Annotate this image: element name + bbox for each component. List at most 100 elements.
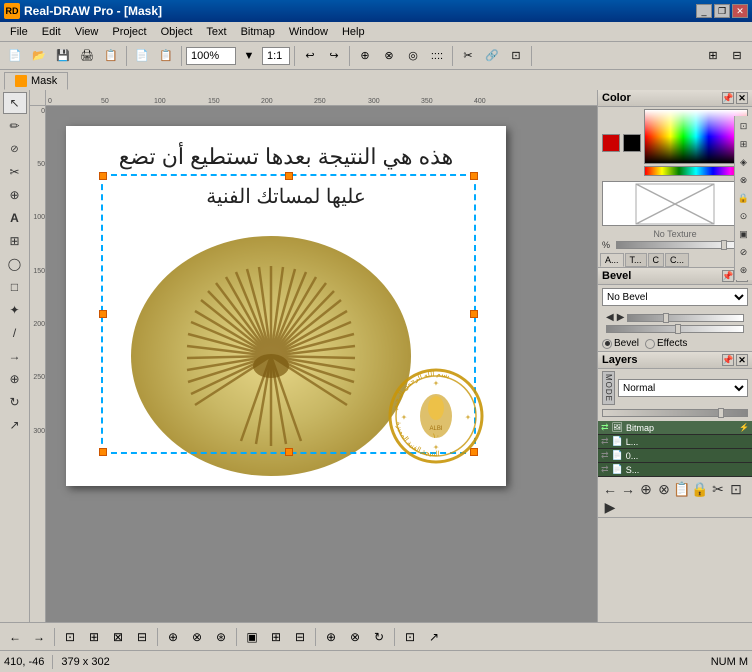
tb-btn9[interactable]: ⊟ <box>726 45 748 67</box>
tab-mask[interactable]: Mask <box>4 72 68 90</box>
menu-view[interactable]: View <box>69 24 105 40</box>
bevel-slider2[interactable] <box>606 325 744 333</box>
rmtb-1[interactable]: ⊡ <box>736 118 752 134</box>
menu-bitmap[interactable]: Bitmap <box>235 24 281 40</box>
layer-btn-7[interactable]: ✂ <box>710 481 726 497</box>
layer-btn-1[interactable]: ← <box>602 481 618 497</box>
tb-btn1[interactable]: ⊕ <box>354 45 376 67</box>
btb-btn15[interactable]: ↻ <box>368 626 390 648</box>
btb-btn4[interactable]: ⊞ <box>83 626 105 648</box>
zoom-input[interactable]: 100% <box>186 47 236 65</box>
redo-button[interactable]: ↪ <box>323 45 345 67</box>
pen-tool[interactable]: ✏ <box>3 115 27 137</box>
btb-btn14[interactable]: ⊗ <box>344 626 366 648</box>
btb-btn1[interactable]: ← <box>4 626 26 648</box>
color-panel-pin[interactable]: 📌 <box>722 92 734 104</box>
btb-btn3[interactable]: ⊡ <box>59 626 81 648</box>
tb-btn5[interactable]: ✂ <box>457 45 479 67</box>
minimize-button[interactable]: _ <box>696 4 712 18</box>
layer-row-l[interactable]: ⇄ 📄 L... <box>598 435 752 449</box>
bevel-radio[interactable]: Bevel <box>602 338 639 349</box>
tab-c2[interactable]: C... <box>665 253 689 267</box>
rmtb-8[interactable]: ⊘ <box>736 244 752 260</box>
btb-btn2[interactable]: → <box>28 626 50 648</box>
handle-mr[interactable] <box>470 310 478 318</box>
canvas-area[interactable]: 0 50 100 150 200 250 300 350 400 0 50 10… <box>30 90 597 622</box>
tb-btn7[interactable]: ⊡ <box>505 45 527 67</box>
tab-c[interactable]: C <box>648 253 665 267</box>
rmtb-4[interactable]: ⊗ <box>736 172 752 188</box>
btb-btn11[interactable]: ⊞ <box>265 626 287 648</box>
menu-project[interactable]: Project <box>106 24 152 40</box>
bevel-slider1[interactable] <box>627 314 744 322</box>
rmtb-2[interactable]: ⊞ <box>736 136 752 152</box>
btb-btn8[interactable]: ⊗ <box>186 626 208 648</box>
tb-btn2[interactable]: ⊗ <box>378 45 400 67</box>
percent-slider[interactable] <box>616 241 748 249</box>
bevel-left-arrow[interactable]: ◀ <box>606 312 614 323</box>
open-button[interactable]: 📂 <box>28 45 50 67</box>
select-tool[interactable]: ↖ <box>3 92 27 114</box>
opacity-slider[interactable] <box>602 409 748 417</box>
btb-btn17[interactable]: ↗ <box>423 626 445 648</box>
rmtb-3[interactable]: ◈ <box>736 154 752 170</box>
rmtb-5[interactable]: 🔒 <box>736 190 752 206</box>
handle-tr[interactable] <box>470 172 478 180</box>
add-tool[interactable]: ⊕ <box>3 368 27 390</box>
arrow-tool[interactable]: → <box>3 345 27 367</box>
btb-btn13[interactable]: ⊕ <box>320 626 342 648</box>
tb-btn6[interactable]: 🔗 <box>481 45 503 67</box>
bevel-right-arrow[interactable]: ▶ <box>617 312 625 323</box>
line-tool[interactable]: / <box>3 322 27 344</box>
icon-btn4[interactable]: 🖨 <box>76 45 98 67</box>
layer-btn-4[interactable]: ⊗ <box>656 481 672 497</box>
layer-btn-2[interactable]: → <box>620 481 636 497</box>
tb-btn3[interactable]: ◎ <box>402 45 424 67</box>
layer-btn-5[interactable]: 📋 <box>674 481 690 497</box>
transform-tool[interactable]: ↗ <box>3 414 27 436</box>
handle-tm[interactable] <box>285 172 293 180</box>
color-panel-close[interactable]: ✕ <box>736 92 748 104</box>
zoom-dropdown[interactable]: ▼ <box>238 45 260 67</box>
menu-edit[interactable]: Edit <box>36 24 67 40</box>
btb-btn7[interactable]: ⊕ <box>162 626 184 648</box>
color-picker-area[interactable] <box>644 109 748 164</box>
tb-btn8[interactable]: ⊞ <box>702 45 724 67</box>
crop-tool[interactable]: ✂ <box>3 161 27 183</box>
layers-panel-close[interactable]: ✕ <box>736 354 748 366</box>
bg-color-swatch[interactable] <box>623 134 641 152</box>
lasso-tool[interactable]: ⊘ <box>3 138 27 160</box>
save-button[interactable]: 💾 <box>52 45 74 67</box>
fg-color-swatch[interactable] <box>602 134 620 152</box>
paste-button[interactable]: 📋 <box>155 45 177 67</box>
menu-object[interactable]: Object <box>155 24 199 40</box>
hue-bar[interactable] <box>644 166 748 176</box>
layer-btn-6[interactable]: 🔒 <box>692 481 708 497</box>
tb-btn4[interactable]: :::: <box>426 45 448 67</box>
menu-text[interactable]: Text <box>200 24 232 40</box>
effects-radio[interactable]: Effects <box>645 338 687 349</box>
rmtb-7[interactable]: ▣ <box>736 226 752 242</box>
rmtb-9[interactable]: ⊛ <box>736 262 752 278</box>
handle-ml[interactable] <box>99 310 107 318</box>
layer-btn-3[interactable]: ⊕ <box>638 481 654 497</box>
zoom-tool[interactable]: ⊕ <box>3 184 27 206</box>
btb-btn9[interactable]: ⊛ <box>210 626 232 648</box>
canvas-content[interactable]: هذه هي النتيجة بعدها تستطيع أن تضع عليها… <box>46 106 597 622</box>
ratio-input[interactable]: 1:1 <box>262 47 290 65</box>
rect-tool[interactable]: □ <box>3 276 27 298</box>
btb-btn10[interactable]: ▣ <box>241 626 263 648</box>
bevel-panel-pin[interactable]: 📌 <box>722 270 734 282</box>
layer-row-s[interactable]: ⇄ 📄 S... <box>598 463 752 477</box>
copy-button[interactable]: 📄 <box>131 45 153 67</box>
layer-btn-8[interactable]: ⊡ <box>728 481 744 497</box>
rmtb-6[interactable]: ⊙ <box>736 208 752 224</box>
menu-file[interactable]: File <box>4 24 34 40</box>
layer-mode-select[interactable]: Normal <box>618 379 748 397</box>
bevel-select[interactable]: No Bevel <box>602 288 748 306</box>
btb-btn12[interactable]: ⊟ <box>289 626 311 648</box>
icon-btn5[interactable]: 📋 <box>100 45 122 67</box>
star-tool[interactable]: ✦ <box>3 299 27 321</box>
handle-bl[interactable] <box>99 448 107 456</box>
close-button[interactable]: ✕ <box>732 4 748 18</box>
